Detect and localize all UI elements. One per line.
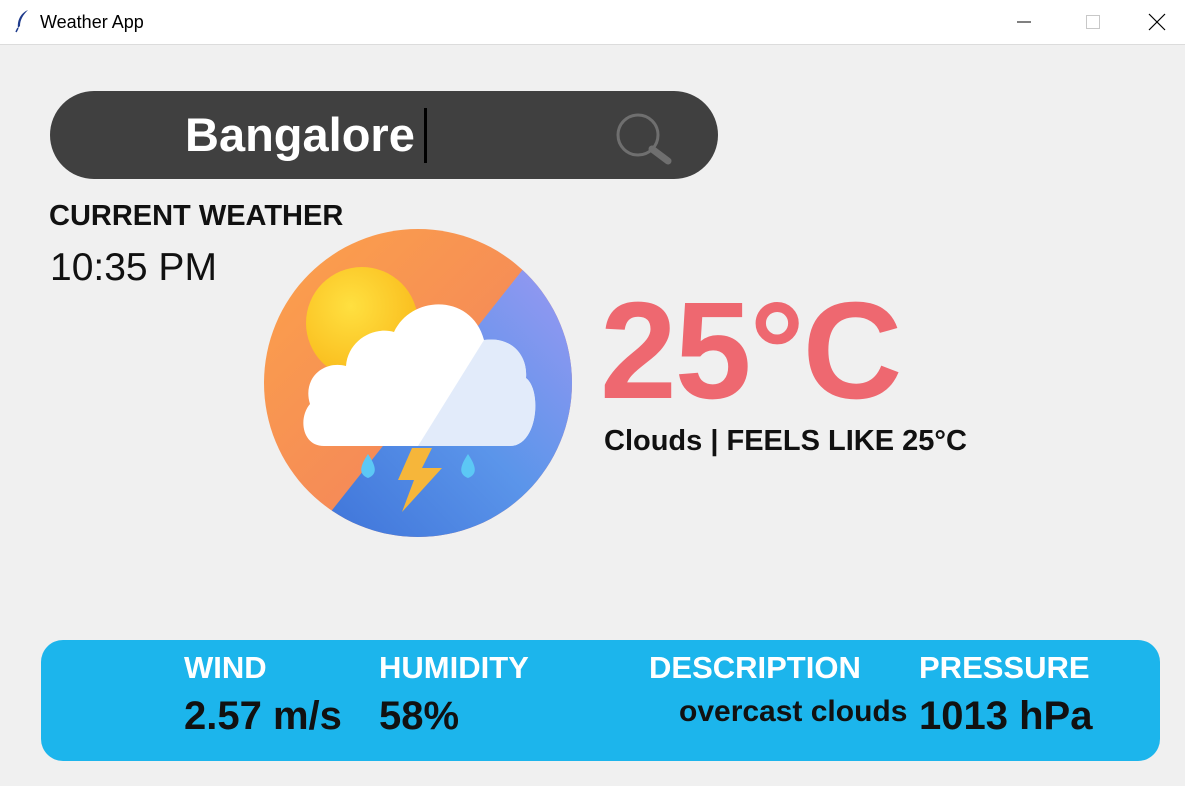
minimize-icon [1017, 21, 1031, 23]
feather-icon [14, 9, 30, 33]
search-bar [50, 91, 718, 179]
pressure-label: PRESSURE [919, 650, 1090, 685]
local-time: 10:35 PM [50, 246, 217, 289]
title-bar: Weather App [0, 0, 1185, 45]
close-button[interactable] [1128, 0, 1185, 44]
weather-details-panel: WIND 2.57 m/s HUMIDITY 58% DESCRIPTION o… [41, 640, 1160, 761]
minimize-button[interactable] [989, 0, 1059, 44]
maximize-button[interactable] [1058, 0, 1128, 44]
humidity-value: 58% [379, 694, 460, 738]
city-search-input[interactable] [185, 105, 525, 165]
text-caret [424, 108, 427, 163]
search-icon [616, 113, 672, 165]
description-label: DESCRIPTION [649, 650, 861, 685]
temperature-readout: 25°C [600, 274, 902, 428]
humidity-label: HUMIDITY [379, 650, 529, 685]
wind-value: 2.57 m/s [184, 694, 342, 738]
wind-label: WIND [184, 650, 267, 685]
maximize-icon [1086, 15, 1100, 29]
close-icon [1148, 13, 1165, 31]
condition-feels-like: Clouds | FEELS LIKE 25°C [604, 425, 967, 457]
pressure-value: 1013 hPa [919, 694, 1093, 738]
search-button[interactable] [612, 111, 676, 167]
weather-cloud-sun-storm-icon [262, 228, 574, 538]
description-value: overcast clouds [679, 695, 908, 728]
window-title: Weather App [40, 12, 144, 32]
